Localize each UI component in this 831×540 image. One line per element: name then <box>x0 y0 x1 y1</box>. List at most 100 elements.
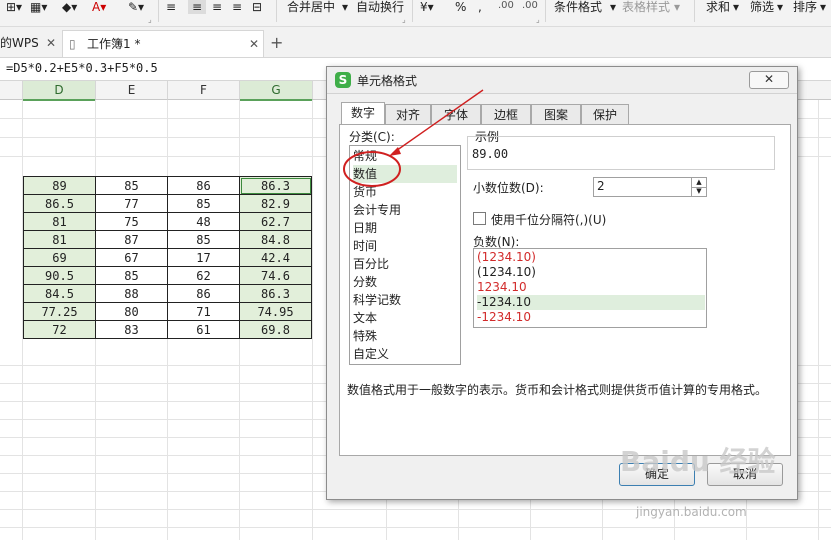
table-cell[interactable]: 85 <box>96 267 168 285</box>
table-cell[interactable]: 86.3 <box>240 285 312 303</box>
auto-wrap-button[interactable]: 自动换行 <box>356 0 404 14</box>
table-style-button[interactable]: 表格样式 <box>622 0 670 14</box>
thousands-separator-checkbox[interactable] <box>473 212 486 225</box>
tab-workbook[interactable]: ▯ 工作簿1 * ✕ <box>62 30 264 57</box>
thousands-separator-label[interactable]: 使用千位分隔符(,)(U) <box>491 211 606 228</box>
align-left-icon[interactable]: ≡ <box>166 0 176 14</box>
table-cell[interactable]: 17 <box>168 249 240 267</box>
tab-protection[interactable]: 保护 <box>581 104 629 124</box>
table-cell[interactable]: 77 <box>96 195 168 213</box>
tab-alignment[interactable]: 对齐 <box>385 104 431 124</box>
conditional-format-button[interactable]: 条件格式 <box>554 0 602 14</box>
align-right-icon[interactable]: ≡ <box>212 0 222 14</box>
table-cell[interactable]: 89 <box>24 177 96 195</box>
filter-dropdown-icon[interactable]: ▾ <box>777 0 783 14</box>
table-cell[interactable]: 86.5 <box>24 195 96 213</box>
table-cell[interactable]: 82.9 <box>240 195 312 213</box>
category-item[interactable]: 时间 <box>353 237 457 255</box>
table-cell[interactable]: 81 <box>24 213 96 231</box>
decrease-decimal-button[interactable]: .00 <box>522 0 538 12</box>
justify-icon[interactable]: ≡ <box>232 0 242 14</box>
sort-button[interactable]: 排序 <box>793 0 817 14</box>
close-button[interactable]: ✕ <box>749 71 789 89</box>
table-cell[interactable]: 42.4 <box>240 249 312 267</box>
table-cell[interactable]: 61 <box>168 321 240 339</box>
border-icon[interactable]: ⊞▾ <box>6 0 22 14</box>
close-icon[interactable]: ✕ <box>46 30 56 56</box>
column-header-d[interactable]: D <box>23 81 96 101</box>
sum-dropdown-icon[interactable]: ▾ <box>733 0 739 14</box>
font-dialog-launcher-icon[interactable]: ⌟ <box>148 15 152 24</box>
table-cell[interactable]: 85 <box>168 231 240 249</box>
table-cell[interactable]: 62 <box>168 267 240 285</box>
align-dialog-launcher-icon[interactable]: ⌟ <box>402 15 406 24</box>
font-color-icon[interactable]: A▾ <box>92 0 106 14</box>
table-cell[interactable]: 74.6 <box>240 267 312 285</box>
filter-button[interactable]: 筛选 <box>750 0 774 14</box>
negative-numbers-list[interactable]: (1234.10) (1234.10) 1234.10 -1234.10 -1234.1… <box>473 248 707 328</box>
comma-icon[interactable]: , <box>478 0 482 14</box>
dialog-titlebar[interactable]: S 单元格格式 ✕ <box>327 67 797 94</box>
percent-button[interactable]: % <box>455 0 466 14</box>
category-item[interactable]: 分数 <box>353 273 457 291</box>
distribute-icon[interactable]: ⊟ <box>252 0 262 14</box>
conditional-dropdown-icon[interactable]: ▾ <box>610 0 616 14</box>
table-cell[interactable]: 86 <box>168 285 240 303</box>
table-cell[interactable]: 90.5 <box>24 267 96 285</box>
table-cell[interactable]: 48 <box>168 213 240 231</box>
table-cell[interactable]: 86.3 <box>240 177 312 195</box>
table-cell[interactable]: 84.8 <box>240 231 312 249</box>
category-item[interactable]: 常规 <box>353 147 457 165</box>
table-border-icon[interactable]: ▦▾ <box>30 0 47 14</box>
negative-format-item[interactable]: -1234.10 <box>477 310 705 325</box>
negative-format-item[interactable]: (1234.10) <box>477 250 705 265</box>
number-dialog-launcher-icon[interactable]: ⌟ <box>536 15 540 24</box>
tab-pattern[interactable]: 图案 <box>531 104 581 124</box>
align-center-icon[interactable]: ≡ <box>188 0 206 14</box>
sort-dropdown-icon[interactable]: ▾ <box>820 0 826 14</box>
clear-format-icon[interactable]: ✎▾ <box>128 0 144 14</box>
negative-format-item[interactable]: -1234.10 <box>477 295 705 310</box>
table-cell[interactable]: 69 <box>24 249 96 267</box>
table-cell[interactable]: 80 <box>96 303 168 321</box>
table-cell[interactable]: 81 <box>24 231 96 249</box>
table-cell[interactable]: 72 <box>24 321 96 339</box>
category-list[interactable]: 常规 数值 货币 会计专用 日期 时间 百分比 分数 科学记数 文本 特殊 自定义 <box>349 145 461 365</box>
table-cell[interactable]: 85 <box>168 195 240 213</box>
decimal-places-value[interactable]: 2 <box>597 179 605 193</box>
category-item[interactable]: 百分比 <box>353 255 457 273</box>
table-cell[interactable]: 85 <box>96 177 168 195</box>
category-item[interactable]: 日期 <box>353 219 457 237</box>
table-cell[interactable]: 86 <box>168 177 240 195</box>
increase-decimal-button[interactable]: .00 <box>498 0 514 12</box>
table-cell[interactable]: 87 <box>96 231 168 249</box>
new-tab-button[interactable]: + <box>270 30 283 56</box>
formula-text[interactable]: =D5*0.2+E5*0.3+F5*0.5 <box>6 61 158 75</box>
table-cell[interactable]: 67 <box>96 249 168 267</box>
category-item[interactable]: 货币 <box>353 183 457 201</box>
column-header-f[interactable]: F <box>168 81 240 100</box>
table-style-dropdown-icon[interactable]: ▾ <box>674 0 680 14</box>
sum-button[interactable]: 求和 <box>706 0 730 14</box>
negative-format-item[interactable]: 1234.10 <box>477 280 705 295</box>
tab-font[interactable]: 字体 <box>431 104 481 124</box>
fill-color-icon[interactable]: ◆▾ <box>62 0 77 14</box>
category-item[interactable]: 会计专用 <box>353 201 457 219</box>
merge-dropdown-icon[interactable]: ▾ <box>342 0 348 14</box>
currency-icon[interactable]: ¥▾ <box>420 0 434 14</box>
tab-border[interactable]: 边框 <box>481 104 531 124</box>
table-cell[interactable]: 62.7 <box>240 213 312 231</box>
category-item[interactable]: 自定义 <box>353 345 457 363</box>
merge-center-button[interactable]: 合并居中 <box>287 0 335 14</box>
category-item[interactable]: 特殊 <box>353 327 457 345</box>
tab-number[interactable]: 数字 <box>341 102 385 125</box>
close-icon[interactable]: ✕ <box>249 31 259 57</box>
tab-home[interactable]: 的WPS <box>0 30 39 56</box>
table-cell[interactable]: 69.8 <box>240 321 312 339</box>
column-header-g[interactable]: G <box>240 81 313 101</box>
table-cell[interactable]: 88 <box>96 285 168 303</box>
category-item[interactable]: 科学记数 <box>353 291 457 309</box>
category-item[interactable]: 数值 <box>353 165 457 183</box>
table-cell[interactable]: 74.95 <box>240 303 312 321</box>
column-header-e[interactable]: E <box>96 81 168 100</box>
